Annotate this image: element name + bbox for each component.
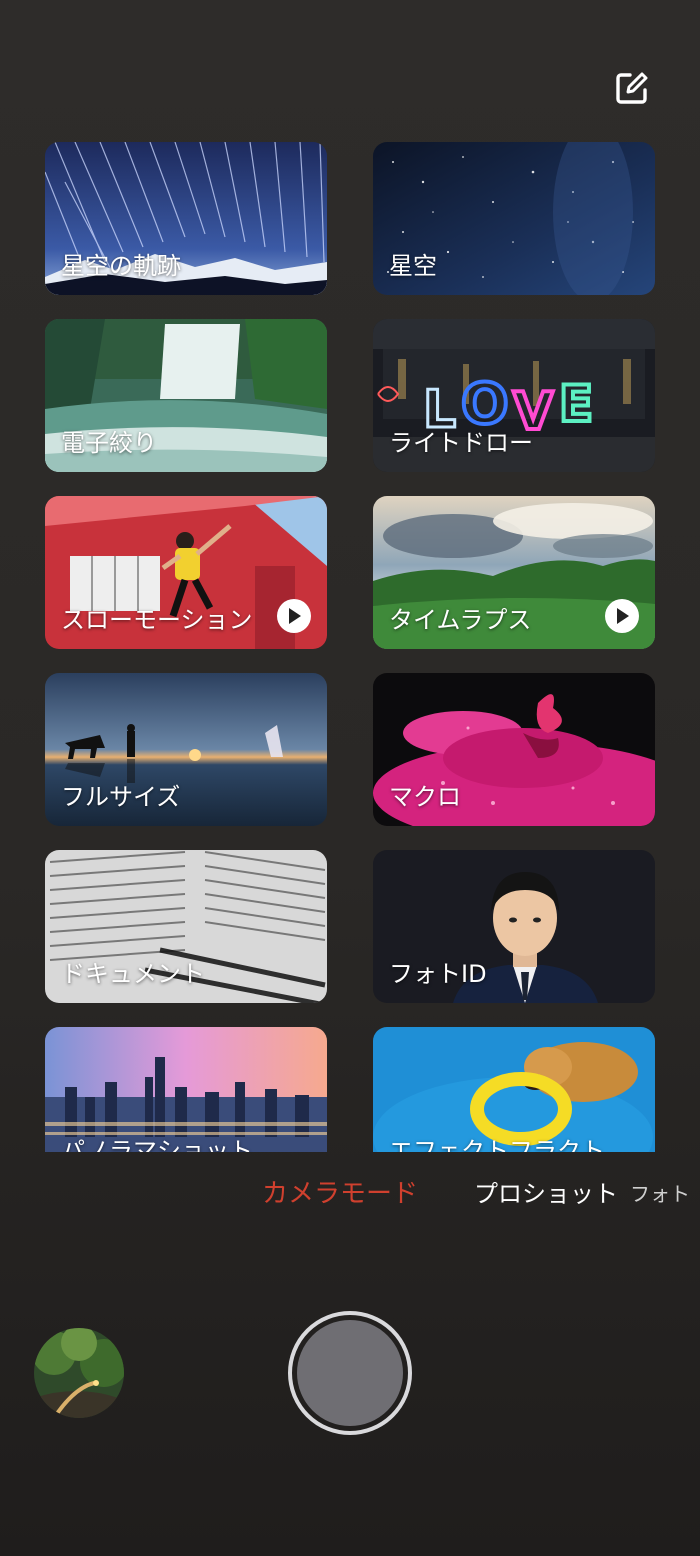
mode-tab-camera-mode[interactable]: カメラモード (262, 1176, 418, 1212)
mode-card-full-size[interactable]: フルサイズ (45, 673, 327, 826)
card-label: パノラマショット (61, 1137, 253, 1152)
edit-icon[interactable] (612, 68, 652, 108)
mode-card-document[interactable]: ドキュメント (45, 850, 327, 1003)
card-label: ライトドロー (389, 429, 533, 457)
card-label: ドキュメント (61, 960, 205, 988)
mode-selector[interactable]: カメラモード プロショット フォト (0, 1170, 700, 1218)
mode-card-photo-id[interactable]: フォトID (373, 850, 655, 1003)
card-label: タイムラプス (389, 606, 532, 634)
shutter-button[interactable] (288, 1311, 412, 1435)
mode-card-effects[interactable]: エフェクトフラクト (373, 1027, 655, 1152)
mode-card-electronic-aperture[interactable]: 電子絞り (45, 319, 327, 472)
mode-card-light-draw[interactable]: L O V E ライトドロー (373, 319, 655, 472)
camera-mode-screen: 星空の軌跡 星空 電子絞り L O V E ライトドロー スローモーション タイ… (0, 0, 700, 1556)
card-label: フォトID (389, 960, 487, 988)
mode-card-time-lapse[interactable]: タイムラプス (373, 496, 655, 649)
mode-tab-pro-shot[interactable]: プロショット (474, 1176, 618, 1212)
card-label: 星空の軌跡 (61, 252, 181, 280)
mode-card-slow-motion[interactable]: スローモーション (45, 496, 327, 649)
gallery-thumbnail[interactable] (34, 1328, 124, 1418)
card-label: 星空 (389, 252, 437, 280)
card-label: 電子絞り (61, 429, 157, 457)
mode-card-starry-sky[interactable]: 星空 (373, 142, 655, 295)
svg-text:E: E (559, 375, 593, 433)
effects-thumbnail (373, 1027, 655, 1152)
mode-grid: 星空の軌跡 星空 電子絞り L O V E ライトドロー スローモーション タイ… (0, 142, 700, 1152)
mode-card-panorama[interactable]: パノラマショット (45, 1027, 327, 1152)
card-label: マクロ (389, 783, 461, 811)
video-play-icon (605, 599, 639, 633)
mode-card-macro[interactable]: マクロ (373, 673, 655, 826)
card-label: エフェクトフラクト (389, 1137, 605, 1152)
mode-tab-photo[interactable]: フォト (630, 1176, 690, 1212)
video-play-icon (277, 599, 311, 633)
panorama-thumbnail (45, 1027, 327, 1152)
shutter-inner (297, 1320, 403, 1426)
card-label: スローモーション (61, 606, 253, 634)
card-label: フルサイズ (61, 783, 181, 811)
mode-card-star-trails[interactable]: 星空の軌跡 (45, 142, 327, 295)
